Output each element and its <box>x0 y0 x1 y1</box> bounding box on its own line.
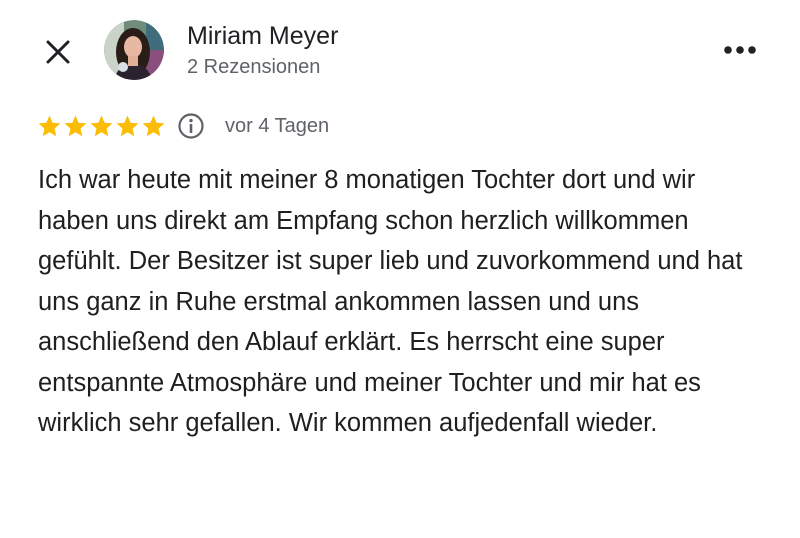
review-date: vor 4 Tagen <box>225 114 330 137</box>
reviewer-review-count: 2 Rezensionen <box>187 56 321 78</box>
more-horizontal-icon <box>724 46 756 54</box>
review-text: Ich war heute mit meiner 8 monatigen Toc… <box>38 166 743 437</box>
star-rating <box>37 114 167 139</box>
close-button[interactable] <box>40 34 76 70</box>
avatar[interactable] <box>104 20 164 80</box>
star-icon <box>38 115 61 136</box>
star-icon <box>64 115 87 136</box>
star-icon <box>116 115 139 136</box>
star-icon <box>142 115 165 136</box>
star-icon <box>90 115 113 136</box>
avatar-photo <box>104 20 164 80</box>
more-options-button[interactable] <box>718 34 762 66</box>
close-icon <box>46 40 70 64</box>
rating-row: vor 4 Tagen <box>37 111 329 141</box>
info-icon[interactable] <box>177 112 205 140</box>
reviewer-name[interactable]: Miriam Meyer <box>187 22 338 51</box>
